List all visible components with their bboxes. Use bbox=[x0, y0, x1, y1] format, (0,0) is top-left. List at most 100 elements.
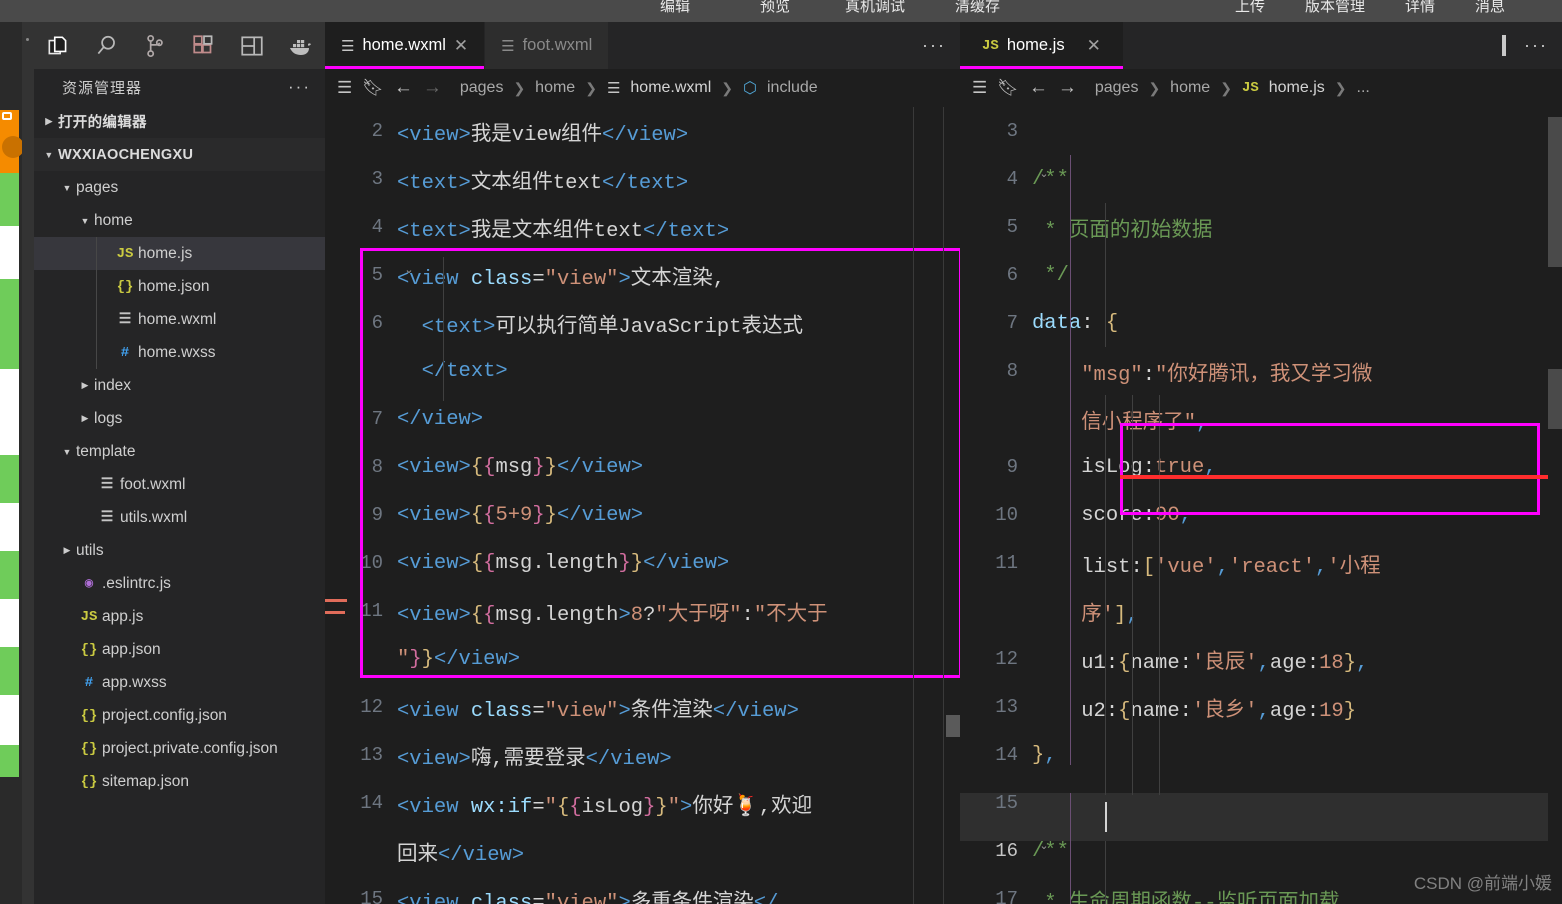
code-line[interactable]: 4 <text>我是文本组件text</text> bbox=[325, 203, 960, 251]
tree-item-.eslintrc.js[interactable]: ◉ .eslintrc.js bbox=[34, 567, 325, 600]
tree-item-home.wxss[interactable]: # home.wxss bbox=[34, 336, 325, 369]
code-line[interactable]: 8 <view>{{msg}}</view> bbox=[325, 443, 960, 491]
tree-section-workspace[interactable]: ▼ WXXIAOCHENGXU bbox=[34, 138, 325, 171]
breadcrumb-item-file[interactable]: home.wxml bbox=[630, 79, 711, 97]
back-arrow-icon[interactable]: ← bbox=[1029, 77, 1048, 99]
back-arrow-icon[interactable]: ← bbox=[394, 77, 413, 99]
tab-foot-wxml[interactable]: ☰ foot.wxml bbox=[485, 22, 610, 69]
tree-item-app.js[interactable]: JS app.js bbox=[34, 600, 325, 633]
code-line-wrapped[interactable]: 信小程序了", bbox=[960, 395, 1562, 443]
explorer-icon[interactable] bbox=[43, 31, 73, 61]
tree-item-pages[interactable]: ▼ pages bbox=[34, 171, 325, 204]
code-line-current[interactable]: 16 ⌄ /** bbox=[960, 827, 1562, 875]
tree-item-home.js[interactable]: JS home.js bbox=[34, 237, 325, 270]
tree-item-home[interactable]: ▼ home bbox=[34, 204, 325, 237]
fold-chevron-down-icon[interactable]: ⌄ bbox=[1036, 167, 1052, 180]
tree-item-sitemap.json[interactable]: {} sitemap.json bbox=[34, 765, 325, 798]
code-editor-right[interactable]: 3 4 ⌄ /** 5 * 页面的初始数据 6 */ 7 ⌄ data: {8… bbox=[960, 107, 1562, 904]
code-line[interactable]: 11 <view>{{msg.length>8?"大于呀":"不大于 bbox=[325, 587, 960, 635]
editor-scrollbar-right[interactable] bbox=[1548, 107, 1562, 904]
tree-item-project.private.config.json[interactable]: {} project.private.config.json bbox=[34, 732, 325, 765]
code-line[interactable]: 14 <view wx:if="{{isLog}}">你好🍹,欢迎 bbox=[325, 779, 960, 827]
menu-item-version[interactable]: 版本管理 bbox=[1305, 0, 1365, 16]
tree-item-home.json[interactable]: {} home.json bbox=[34, 270, 325, 303]
fold-chevron-down-icon[interactable]: ⌄ bbox=[1036, 311, 1052, 324]
fold-chevron-down-icon[interactable]: ⌄ bbox=[401, 263, 417, 276]
code-line[interactable]: 6 <text>可以执行简单JavaScript表达式 bbox=[325, 299, 960, 347]
explorer-more-icon[interactable]: ··· bbox=[288, 77, 311, 97]
code-line[interactable]: 9 <view>{{5+9}}</view> bbox=[325, 491, 960, 539]
code-line[interactable]: 2 <view>我是view组件</view> bbox=[325, 107, 960, 155]
breadcrumb-item-file[interactable]: home.js bbox=[1269, 79, 1325, 97]
code-line[interactable]: 8 "msg":"你好腾讯，我又学习微 bbox=[960, 347, 1562, 395]
breadcrumb-left[interactable]: ☰ 🔖︎ ← → pages ❯ home ❯ ☰ home.wxml ❯ ⬡ … bbox=[325, 69, 960, 107]
source-control-icon[interactable] bbox=[140, 31, 170, 61]
search-icon[interactable] bbox=[92, 31, 122, 61]
code-line[interactable]: 4 ⌄ /** bbox=[960, 155, 1562, 203]
tree-item-home.wxml[interactable]: ☰ home.wxml bbox=[34, 303, 325, 336]
scrollbar-thumb[interactable] bbox=[1548, 117, 1562, 267]
code-line[interactable]: 11 list:['vue','react','小程 bbox=[960, 539, 1562, 587]
docker-icon[interactable] bbox=[286, 31, 316, 61]
code-line[interactable]: 6 */ bbox=[960, 251, 1562, 299]
code-line[interactable]: 9 isLog:true, bbox=[960, 443, 1562, 491]
tab-bar-right[interactable]: JS home.js ✕ ··· bbox=[960, 22, 1562, 69]
forward-arrow-icon[interactable]: → bbox=[1058, 77, 1077, 99]
code-line[interactable]: 7 ⌄ data: { bbox=[960, 299, 1562, 347]
app-menu-bar[interactable]: 编辑 预览 真机调试 清缓存 上传 版本管理 详情 消息 bbox=[0, 0, 1562, 22]
tab-bar-left[interactable]: ☰ home.wxml ✕ ☰ foot.wxml ··· bbox=[325, 22, 960, 69]
tree-item-foot.wxml[interactable]: ☰ foot.wxml bbox=[34, 468, 325, 501]
code-line[interactable]: 14 }, bbox=[960, 731, 1562, 779]
code-line-wrapped[interactable]: "}}</view> bbox=[325, 635, 960, 683]
bookmark-icon[interactable]: 🔖︎ bbox=[997, 78, 1019, 98]
code-line[interactable]: 12 <view class="view">条件渲染</view> bbox=[325, 683, 960, 731]
outline-icon[interactable]: ☰ bbox=[972, 78, 987, 98]
code-editor-left[interactable]: 2 <view>我是view组件</view> 3 <text>文本组件text… bbox=[325, 107, 960, 904]
file-tree[interactable]: ▶ 打开的编辑器 ▼ WXXIAOCHENGXU ▼ pages ▼ home JS ho… bbox=[34, 105, 325, 798]
forward-arrow-icon[interactable]: → bbox=[423, 77, 442, 99]
tree-section-open-editors[interactable]: ▶ 打开的编辑器 bbox=[34, 105, 325, 138]
code-line[interactable]: 5 * 页面的初始数据 bbox=[960, 203, 1562, 251]
code-line[interactable]: 10 score:90, bbox=[960, 491, 1562, 539]
tree-item-utils.wxml[interactable]: ☰ utils.wxml bbox=[34, 501, 325, 534]
menu-item-device-debug[interactable]: 真机调试 bbox=[845, 0, 905, 16]
outline-icon[interactable]: ☰ bbox=[337, 78, 352, 98]
extensions-icon[interactable] bbox=[189, 31, 219, 61]
code-line-wrapped[interactable]: </text> bbox=[325, 347, 960, 395]
tree-item-app.json[interactable]: {} app.json bbox=[34, 633, 325, 666]
menu-item-clear-cache[interactable]: 清缓存 bbox=[955, 0, 1000, 16]
code-line[interactable]: 3 <text>文本组件text</text> bbox=[325, 155, 960, 203]
tab-home-js[interactable]: JS home.js ✕ bbox=[960, 22, 1124, 69]
menu-item-detail[interactable]: 详情 bbox=[1405, 0, 1435, 16]
tree-item-utils[interactable]: ▶ utils bbox=[34, 534, 325, 567]
tree-item-template[interactable]: ▼ template bbox=[34, 435, 325, 468]
code-line[interactable]: 13 u2:{name:'良乡',age:19} bbox=[960, 683, 1562, 731]
code-line[interactable]: 13 <view>嗨,需要登录</view> bbox=[325, 731, 960, 779]
tree-item-logs[interactable]: ▶ logs bbox=[34, 402, 325, 435]
tree-item-app.wxss[interactable]: # app.wxss bbox=[34, 666, 325, 699]
editor-more-icon[interactable]: ··· bbox=[922, 35, 946, 56]
breadcrumb-item-pages[interactable]: pages bbox=[1095, 79, 1139, 97]
breadcrumb-item-ellipsis[interactable]: ... bbox=[1357, 79, 1370, 97]
breadcrumb-right[interactable]: ☰ 🔖︎ ← → pages ❯ home ❯ JS home.js ❯ ... bbox=[960, 69, 1562, 107]
code-line[interactable]: 3 bbox=[960, 107, 1562, 155]
layout-icon[interactable] bbox=[237, 31, 267, 61]
menu-item-edit[interactable]: 编辑 bbox=[660, 0, 690, 16]
code-line[interactable]: 10 <view>{{msg.length}}</view> bbox=[325, 539, 960, 587]
code-line-wrapped[interactable]: 序'], bbox=[960, 587, 1562, 635]
tab-home-wxml[interactable]: ☰ home.wxml ✕ bbox=[325, 22, 486, 69]
code-line-wrapped[interactable]: 回来</view> bbox=[325, 827, 960, 875]
code-line[interactable]: 5 ⌄ <view class="view">文本渲染, bbox=[325, 251, 960, 299]
tree-item-index[interactable]: ▶ index bbox=[34, 369, 325, 402]
code-line[interactable]: 15 <view class="view">多重条件渲染</ bbox=[325, 875, 960, 904]
menu-item-preview[interactable]: 预览 bbox=[760, 0, 790, 16]
close-icon[interactable]: ✕ bbox=[1087, 36, 1101, 56]
activity-bar[interactable] bbox=[22, 22, 34, 904]
code-line[interactable]: 12 u1:{name:'良辰',age:18}, bbox=[960, 635, 1562, 683]
fold-chevron-down-icon[interactable]: ⌄ bbox=[1036, 839, 1052, 852]
editor-more-icon[interactable]: ··· bbox=[1524, 35, 1548, 56]
breadcrumb-item-pages[interactable]: pages bbox=[460, 79, 504, 97]
breadcrumb-item-home[interactable]: home bbox=[535, 79, 575, 97]
code-line[interactable]: 7 </view> bbox=[325, 395, 960, 443]
code-line[interactable]: 15 bbox=[960, 779, 1562, 827]
